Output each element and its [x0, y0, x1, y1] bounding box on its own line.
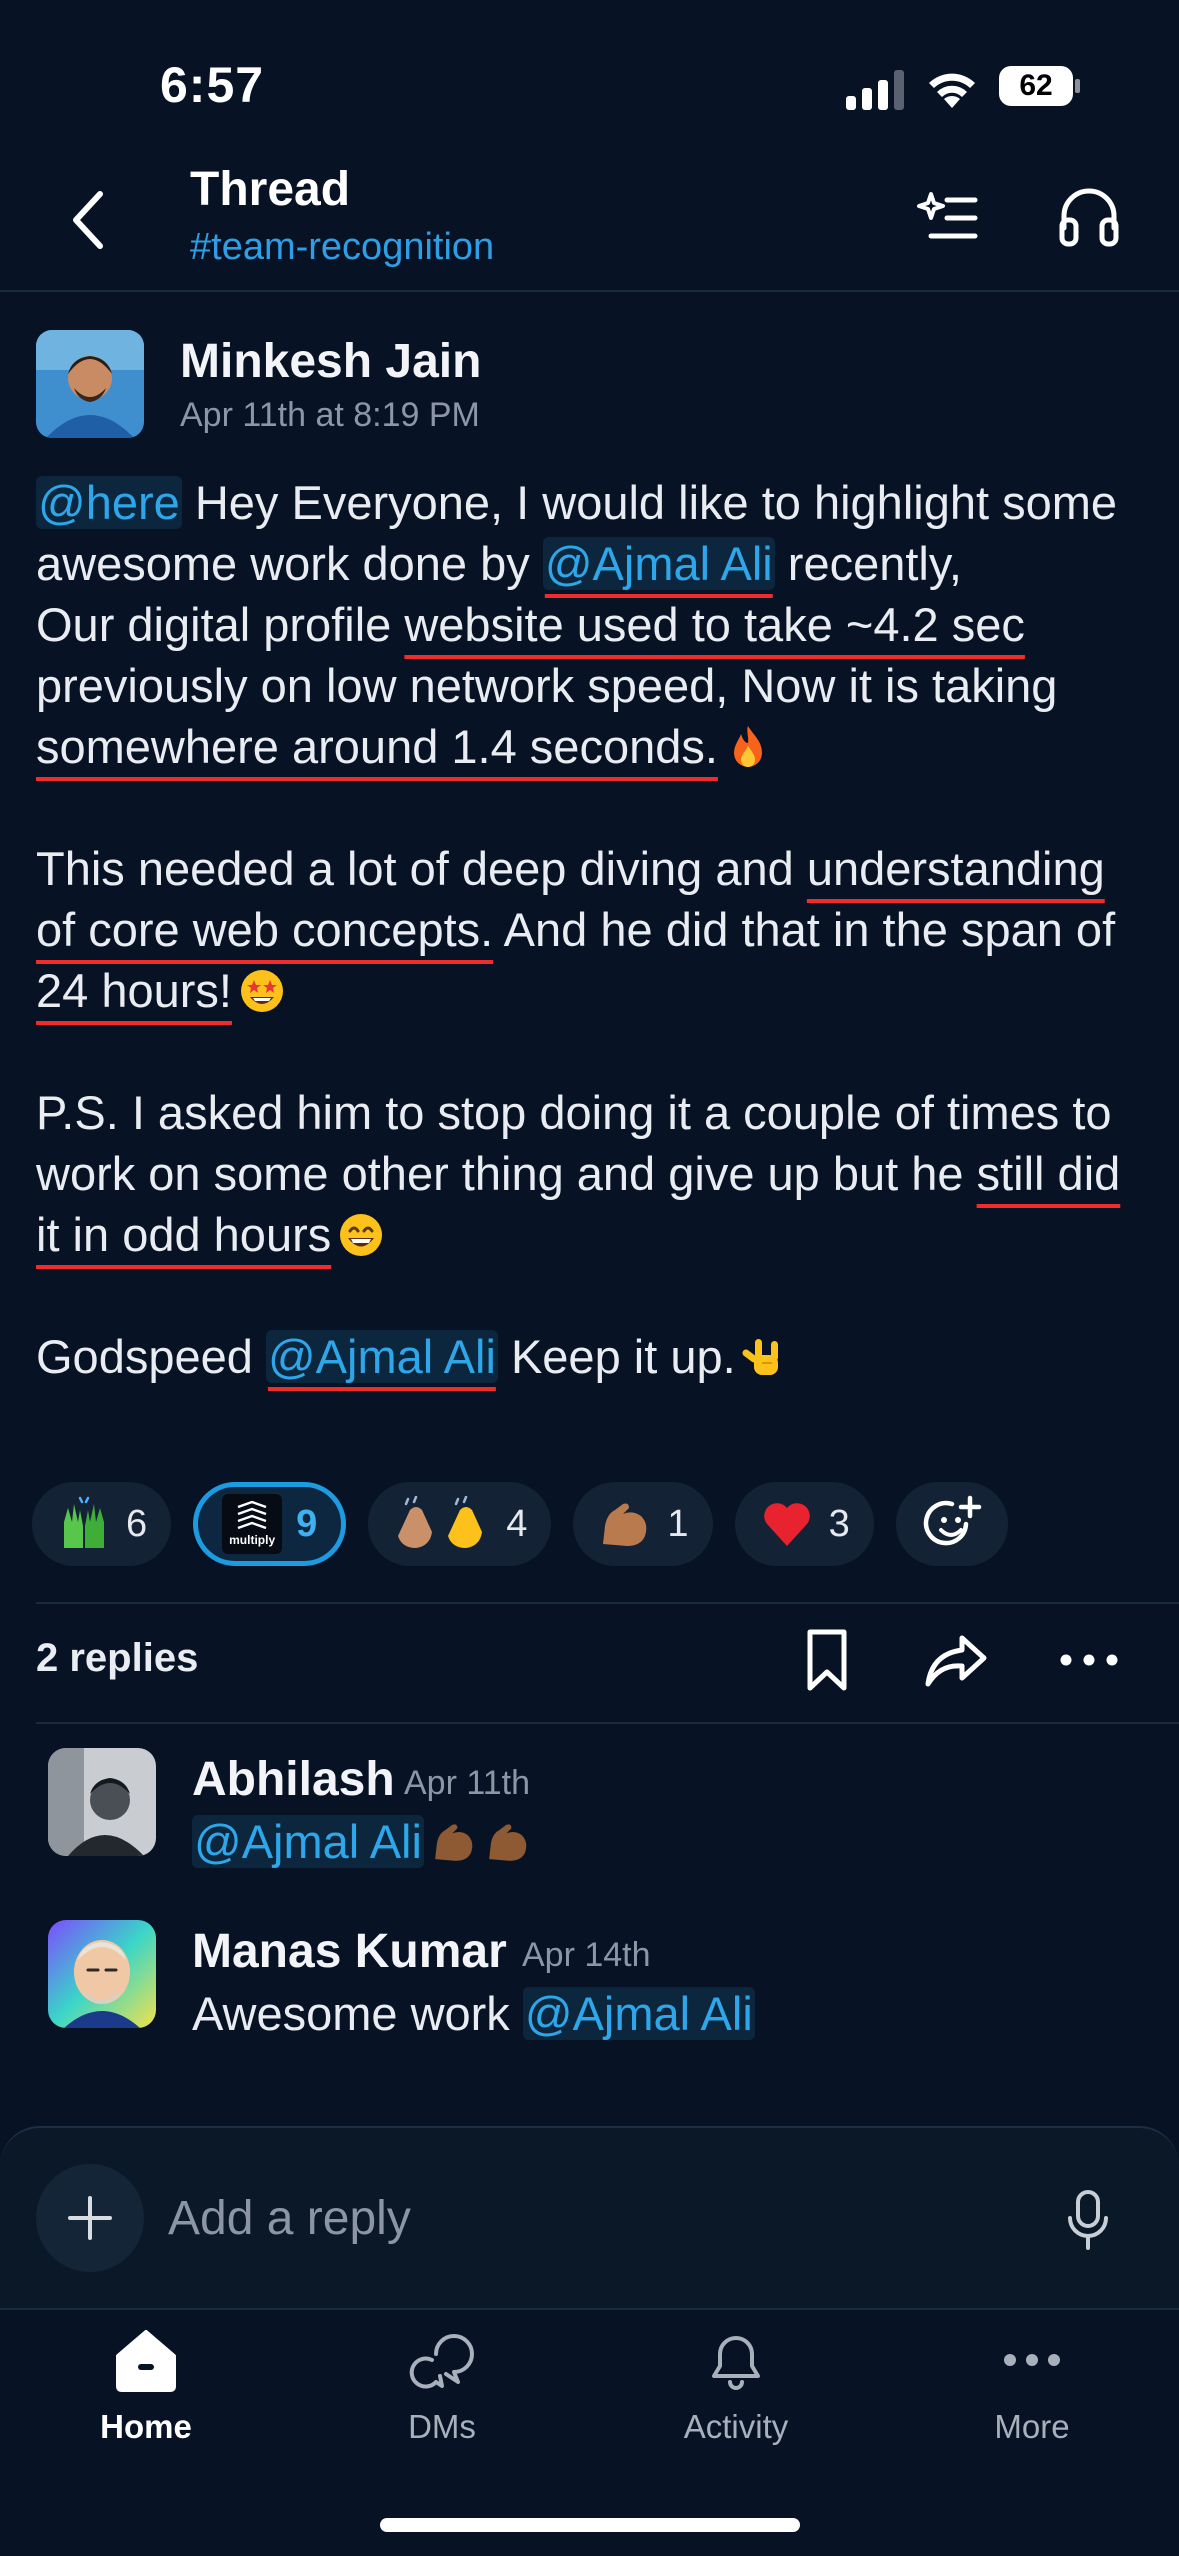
plus-icon: [68, 2196, 112, 2240]
multiply-logo-icon: multiply: [222, 1494, 283, 1554]
forward-share-icon[interactable]: [924, 1632, 988, 1688]
battery-level: 62: [1019, 69, 1053, 102]
reaction-count: 9: [296, 1502, 318, 1545]
grinning-emoji-icon: [340, 1214, 383, 1256]
page-title: Thread: [190, 163, 351, 216]
message-paragraph: P.S. I asked him to stop doing it a coup…: [36, 1082, 1156, 1265]
divider: [36, 1602, 1179, 1604]
microphone-icon[interactable]: [1064, 2190, 1112, 2250]
message-body: @here Hey Everyone, I would like to high…: [36, 472, 1156, 1387]
red-heart-emoji-icon: [763, 1503, 810, 1546]
dms-icon: [409, 2334, 474, 2389]
reply-avatar[interactable]: [48, 1920, 156, 2028]
memoji-avatar-icon: [48, 1920, 156, 2028]
reaction-multiply[interactable]: multiply 9: [193, 1482, 347, 1566]
more-icon: [1004, 2354, 1060, 2366]
header-divider: [0, 290, 1179, 292]
multiply-logo-text: multiply: [229, 1533, 276, 1547]
reply-text-content: Awesome work: [192, 1987, 523, 2040]
reply-author[interactable]: Manas Kumar: [192, 1924, 507, 1979]
message-text: Our digital profile: [36, 598, 405, 651]
reply-input[interactable]: [168, 2186, 1008, 2250]
sparkle-summary-icon[interactable]: [915, 186, 979, 250]
clapping-hands-emoji-icon: [398, 1496, 483, 1548]
divider: [36, 1722, 1179, 1724]
message-paragraph: Godspeed @Ajmal Ali Keep it up.: [36, 1326, 1156, 1387]
underlined-text: website used to take ~4.2 sec: [404, 598, 1025, 651]
reaction-raised-hands[interactable]: 6: [32, 1482, 172, 1566]
mention-user[interactable]: @Ajmal Ali: [542, 537, 775, 590]
battery-indicator: 62: [998, 64, 1082, 108]
reply-text: Awesome work @Ajmal Ali: [192, 1986, 755, 2041]
home-indicator: [380, 2518, 800, 2532]
message-text: P.S. I asked him to stop doing it a coup…: [36, 1086, 1112, 1200]
tab-activity[interactable]: Activity: [636, 2318, 836, 2468]
tab-more[interactable]: More: [932, 2318, 1132, 2468]
message-text: recently,: [774, 537, 962, 590]
channel-link[interactable]: #team-recognition: [190, 226, 494, 269]
home-icon: [116, 2330, 176, 2392]
reaction-count: 4: [506, 1502, 528, 1545]
underlined-text: somewhere around 1.4 seconds.: [36, 720, 718, 773]
bookmark-icon[interactable]: [800, 1628, 854, 1692]
attach-plus-button[interactable]: [36, 2164, 144, 2272]
replies-count: 2 replies: [36, 1636, 199, 1680]
reply-timestamp: Apr 11th: [404, 1764, 531, 1802]
flexed-biceps-emoji-icon: [603, 1503, 647, 1546]
message-text: This needed a lot of deep diving and: [36, 842, 807, 895]
reply-text: @Ajmal Ali: [192, 1814, 532, 1869]
message-paragraph: This needed a lot of deep diving and und…: [36, 838, 1156, 1021]
reply-avatar[interactable]: [48, 1748, 156, 1856]
star-struck-emoji-icon: [240, 970, 283, 1012]
cellular-signal-icon: [846, 70, 904, 110]
multiply-waves-icon: [237, 1501, 267, 1530]
message-text: previously on low network speed, Now it …: [36, 659, 1058, 712]
person-avatar-icon: [36, 330, 144, 438]
mention-user[interactable]: @Ajmal Ali: [265, 1330, 498, 1383]
mention-user[interactable]: @Ajmal Ali: [522, 1987, 755, 2040]
bell-icon: [712, 2336, 760, 2390]
message-text: And he did that in the span of: [493, 903, 1116, 956]
message-paragraph: @here Hey Everyone, I would like to high…: [36, 472, 1156, 777]
reaction-flexed-biceps[interactable]: 1: [573, 1482, 713, 1566]
flexed-biceps-emoji-icon: [489, 1824, 527, 1861]
reactions-row: 6 multiply 9 4 1 3: [32, 1482, 1008, 1566]
mention-user[interactable]: @Ajmal Ali: [192, 1815, 424, 1868]
add-reaction-icon: [923, 1495, 981, 1546]
underlined-text: 24 hours!: [36, 964, 232, 1017]
tab-dms[interactable]: DMs: [342, 2318, 542, 2468]
status-time: 6:57: [160, 57, 265, 113]
person-avatar-icon: [48, 1748, 156, 1856]
tab-home[interactable]: Home: [46, 2318, 246, 2468]
reply-timestamp: Apr 14th: [522, 1936, 651, 1974]
fire-emoji-icon: [733, 726, 762, 767]
message-author[interactable]: Minkesh Jain: [180, 334, 481, 389]
flexed-biceps-emoji-icon: [435, 1824, 473, 1861]
tab-label: More: [994, 2408, 1070, 2445]
tab-label: DMs: [408, 2408, 476, 2445]
author-avatar[interactable]: [36, 330, 144, 438]
message-text: Godspeed: [36, 1330, 266, 1383]
reaction-count: 1: [667, 1502, 689, 1545]
message-timestamp: Apr 11th at 8:19 PM: [180, 396, 480, 434]
reaction-count: 3: [828, 1502, 850, 1545]
mention-here[interactable]: @here: [36, 476, 182, 529]
message-text: Keep it up.: [497, 1330, 736, 1383]
add-reaction-button[interactable]: [895, 1482, 1008, 1566]
reaction-count: 6: [126, 1502, 148, 1545]
raised-hands-emoji-icon: [64, 1496, 104, 1548]
reply-author[interactable]: Abhilash: [192, 1752, 395, 1807]
reaction-clapping[interactable]: 4: [368, 1482, 552, 1566]
wifi-icon: [929, 73, 975, 108]
tab-label: Home: [100, 2408, 192, 2445]
headphones-icon[interactable]: [1058, 184, 1120, 248]
more-options-icon[interactable]: [1058, 1640, 1120, 1680]
reaction-heart[interactable]: 3: [734, 1482, 874, 1566]
rock-on-emoji-icon: [742, 1339, 778, 1375]
back-chevron-icon[interactable]: [60, 180, 116, 260]
tab-label: Activity: [683, 2408, 789, 2445]
